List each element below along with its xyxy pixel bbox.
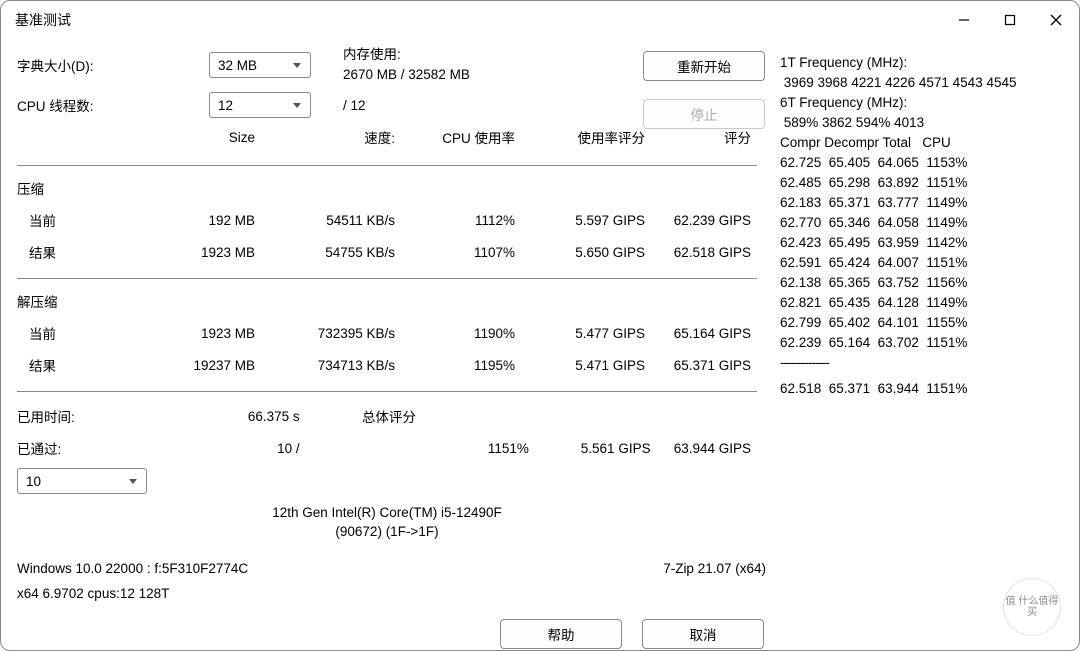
- benchmark-window: 基准测试 重新开始 停止 字典大小(D): 32 MB: [0, 0, 1080, 651]
- close-button[interactable]: [1033, 1, 1079, 39]
- passes-value: 10 /: [199, 432, 299, 464]
- total-urate: 5.561 GIPS: [529, 432, 651, 464]
- threads-suffix: / 12: [321, 98, 366, 113]
- col-cpu: CPU 使用率: [395, 123, 515, 155]
- maximize-icon: [1004, 14, 1016, 26]
- compress-result-label: 结果: [17, 236, 143, 268]
- watermark-icon: 值 什么值得买: [1003, 578, 1061, 636]
- threads-select[interactable]: 12: [209, 92, 311, 118]
- elapsed-label: 已用时间:: [17, 400, 199, 432]
- titlebar: 基准测试: [1, 1, 1079, 39]
- passes-label: 已通过:: [17, 432, 199, 464]
- os-info: Windows 10.0 22000 : f:5F310F2774C: [17, 561, 572, 576]
- total-cpu: 1151%: [416, 432, 529, 464]
- maximize-button[interactable]: [987, 1, 1033, 39]
- threads-value: 12: [209, 92, 311, 118]
- help-button[interactable]: 帮助: [500, 619, 622, 649]
- dict-size-select[interactable]: 32 MB: [209, 52, 311, 78]
- cpu-info: 12th Gen Intel(R) Core(TM) i5-12490F (90…: [17, 504, 757, 541]
- dict-size-value: 32 MB: [209, 52, 311, 78]
- decompress-result-label: 结果: [17, 349, 143, 381]
- table-row: 当前 1923 MB 732395 KB/s 1190% 5.477 GIPS …: [17, 317, 757, 349]
- cancel-button[interactable]: 取消: [642, 619, 764, 649]
- zip-version: 7-Zip 21.07 (x64): [572, 561, 772, 576]
- minimize-icon: [958, 14, 970, 26]
- restart-button[interactable]: 重新开始: [643, 51, 765, 81]
- table-row: 当前 192 MB 54511 KB/s 1112% 5.597 GIPS 62…: [17, 204, 757, 236]
- log-pane: 1T Frequency (MHz): 3969 3968 4221 4226 …: [772, 51, 1063, 638]
- stop-button: 停止: [643, 99, 765, 129]
- elapsed-value: 66.375 s: [199, 400, 299, 432]
- results-table: Size 速度: CPU 使用率 使用率评分 评分 压缩 当前 192 MB 5…: [17, 123, 757, 398]
- passes-select-value: 10: [17, 468, 147, 494]
- minimize-button[interactable]: [941, 1, 987, 39]
- close-icon: [1050, 14, 1062, 26]
- compress-current-label: 当前: [17, 204, 143, 236]
- total-label: 总体评分: [300, 400, 416, 432]
- table-row: 结果 1923 MB 54755 KB/s 1107% 5.650 GIPS 6…: [17, 236, 757, 268]
- threads-label: CPU 线程数:: [17, 95, 209, 115]
- total-rate: 63.944 GIPS: [651, 432, 757, 464]
- col-speed: 速度:: [255, 123, 395, 155]
- col-usage-rating: 使用率评分: [515, 123, 645, 155]
- decompress-current-label: 当前: [17, 317, 143, 349]
- memory-value: 2670 MB / 32582 MB: [343, 65, 470, 85]
- window-title: 基准测试: [15, 10, 71, 30]
- build-info: x64 6.9702 cpus:12 128T: [17, 586, 772, 601]
- table-row: 结果 19237 MB 734713 KB/s 1195% 5.471 GIPS…: [17, 349, 757, 381]
- dict-size-label: 字典大小(D):: [17, 55, 209, 75]
- decompress-group: 解压缩: [17, 285, 143, 317]
- col-size: Size: [143, 123, 255, 155]
- passes-select[interactable]: 10: [17, 468, 147, 494]
- compress-group: 压缩: [17, 172, 143, 204]
- left-pane: 重新开始 停止 字典大小(D): 32 MB 内存使用: 2670 MB / 3…: [17, 51, 772, 638]
- memory-label: 内存使用:: [343, 45, 470, 65]
